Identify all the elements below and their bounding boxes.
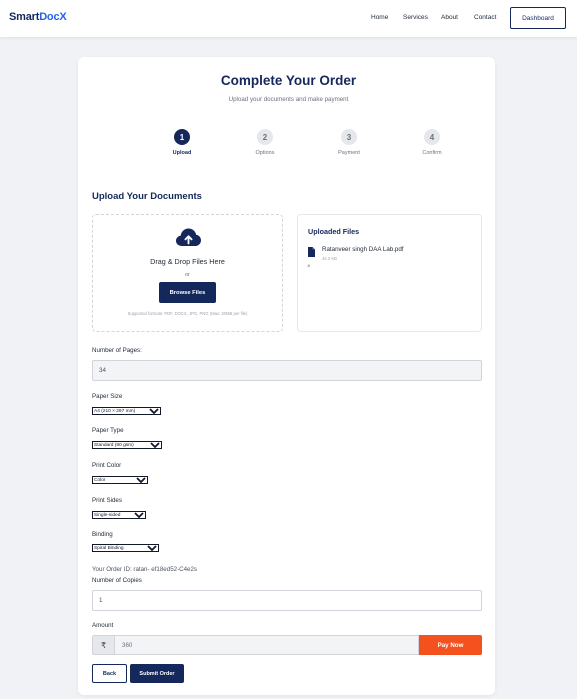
step-1-label: Upload xyxy=(172,150,192,156)
chevron-down-icon xyxy=(134,512,144,518)
file-icon xyxy=(308,247,315,257)
chevron-down-icon xyxy=(147,545,157,551)
print-sides-value: Single-sided xyxy=(94,512,121,518)
uploaded-file-name: Ratanveer singh DAA Lab.pdf xyxy=(322,246,404,253)
step-2-circle: 2 xyxy=(257,129,273,145)
paper-type-select[interactable]: Standard (80 gsm) xyxy=(92,441,162,449)
remove-file-icon[interactable]: × xyxy=(307,264,311,270)
pages-label: Number of Pages: xyxy=(92,347,142,354)
nav-link-about[interactable]: About xyxy=(441,14,458,21)
logo[interactable]: SmartDocX xyxy=(9,11,67,23)
amount-input: 360 xyxy=(114,635,419,655)
uploaded-files-title: Uploaded Files xyxy=(308,227,360,236)
upload-section-title: Upload Your Documents xyxy=(92,191,202,202)
chevron-down-icon xyxy=(136,477,146,483)
print-color-select[interactable]: Color xyxy=(92,476,148,484)
nav-link-contact[interactable]: Contact xyxy=(474,14,496,21)
step-2-label: Options xyxy=(255,150,275,156)
dropzone-title: Drag & Drop Files Here xyxy=(150,257,225,266)
paper-size-select[interactable]: A4 (210 × 297 mm) xyxy=(92,407,161,415)
logo-smart: Smart xyxy=(9,11,40,23)
chevron-down-icon xyxy=(149,408,159,414)
step-3-circle: 3 xyxy=(341,129,357,145)
supported-formats-text: Supported formats: PDF, DOCX, JPG, PNG (… xyxy=(127,311,248,316)
step-4-circle: 4 xyxy=(424,129,440,145)
back-button[interactable]: Back xyxy=(92,664,127,683)
paper-size-label: Paper Size xyxy=(92,393,123,400)
logo-docx: DocX xyxy=(39,11,67,23)
page-subtitle: Upload your documents and make payment xyxy=(228,96,349,103)
binding-label: Binding xyxy=(92,531,113,538)
chevron-down-icon xyxy=(150,442,160,448)
pay-now-button[interactable]: Pay Now xyxy=(419,635,482,655)
copies-input[interactable]: 1 xyxy=(92,590,482,611)
print-sides-select[interactable]: Single-sided xyxy=(92,511,146,519)
dashboard-button[interactable]: Dashboard xyxy=(510,7,566,29)
dropzone-or: or xyxy=(185,272,190,278)
paper-type-label: Paper Type xyxy=(92,427,124,434)
cloud-upload-icon xyxy=(176,228,201,246)
pages-input[interactable]: 34 xyxy=(92,360,482,381)
step-4-label: Confirm xyxy=(422,150,442,156)
copies-label: Number of Copies xyxy=(92,577,142,584)
print-color-label: Print Color xyxy=(92,462,122,469)
step-3-label: Payment xyxy=(338,150,360,156)
print-color-value: Color xyxy=(94,477,106,483)
print-sides-label: Print Sides xyxy=(92,497,122,504)
rupee-icon: ₹ xyxy=(92,635,114,655)
amount-label: Amount xyxy=(92,622,114,629)
order-id-text: Your Order ID: ratan- ef18ed52-C4e2s xyxy=(92,566,198,573)
browse-files-button[interactable]: Browse Files xyxy=(159,282,216,303)
uploaded-file-size: 44.3 KB xyxy=(322,256,337,261)
binding-select[interactable]: Spiral Binding xyxy=(92,544,159,552)
step-1-circle: 1 xyxy=(174,129,190,145)
paper-type-value: Standard (80 gsm) xyxy=(94,442,134,448)
paper-size-value: A4 (210 × 297 mm) xyxy=(94,408,136,414)
binding-value: Spiral Binding xyxy=(94,545,124,551)
top-navbar: SmartDocX Home Services About Contact Da… xyxy=(0,0,577,37)
page-title: Complete Your Order xyxy=(220,73,357,88)
nav-link-services[interactable]: Services xyxy=(403,14,428,21)
submit-order-button[interactable]: Submit Order xyxy=(130,664,184,683)
nav-link-home[interactable]: Home xyxy=(371,14,388,21)
